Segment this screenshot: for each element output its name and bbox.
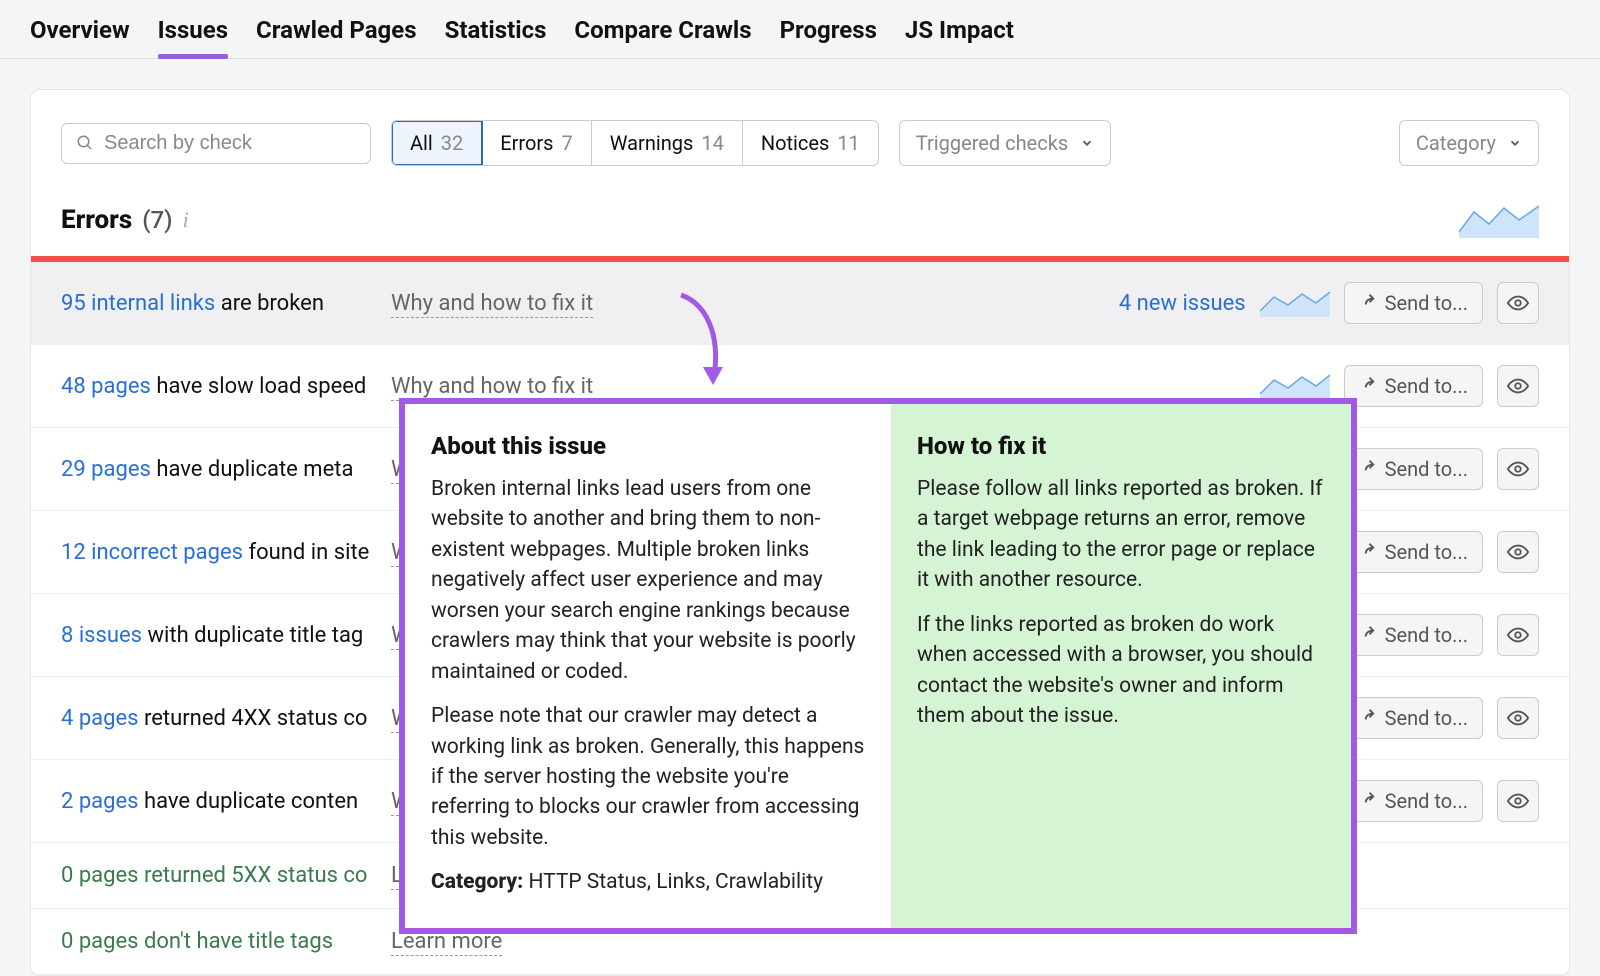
view-button[interactable]	[1497, 614, 1539, 656]
search-icon	[76, 134, 94, 152]
tab-js-impact[interactable]: JS Impact	[905, 16, 1014, 58]
filter-notices[interactable]: Notices 11	[743, 121, 878, 165]
about-panel: About this issue Broken internal links l…	[405, 404, 891, 928]
main-tabs: Overview Issues Crawled Pages Statistics Com…	[0, 0, 1600, 59]
view-button[interactable]	[1497, 531, 1539, 573]
send-to-button[interactable]: Send to...	[1344, 448, 1483, 490]
filter-warnings[interactable]: Warnings 14	[592, 121, 743, 165]
dropdown-label: Triggered checks	[916, 131, 1068, 155]
sparkline	[1459, 202, 1539, 238]
filter-all[interactable]: All 32	[392, 121, 482, 165]
fix-text: If the links reported as broken do work …	[917, 610, 1325, 732]
new-issues-link[interactable]: 4 new issues	[1086, 291, 1246, 316]
fix-text: Please follow all links reported as brok…	[917, 474, 1325, 596]
issue-row[interactable]: 95 internal links are brokenWhy and how …	[31, 262, 1569, 345]
info-icon[interactable]: i	[183, 207, 189, 233]
tab-crawled-pages[interactable]: Crawled Pages	[256, 16, 417, 58]
send-to-button[interactable]: Send to...	[1344, 365, 1483, 407]
row-sparkline	[1260, 289, 1330, 317]
view-button[interactable]	[1497, 282, 1539, 324]
why-fix-link[interactable]: Why and how to fix it	[391, 374, 593, 401]
about-text: Please note that our crawler may detect …	[431, 701, 865, 853]
section-title: Errors	[61, 205, 132, 235]
send-to-button[interactable]: Send to...	[1344, 282, 1483, 324]
filter-errors[interactable]: Errors 7	[482, 121, 591, 165]
send-to-button[interactable]: Send to...	[1344, 780, 1483, 822]
tab-statistics[interactable]: Statistics	[445, 16, 547, 58]
send-to-button[interactable]: Send to...	[1344, 531, 1483, 573]
toolbar: All 32Errors 7Warnings 14Notices 11 Trig…	[61, 120, 1539, 166]
section-header: Errors (7) i	[61, 202, 1539, 238]
dropdown-label: Category	[1416, 131, 1496, 155]
chevron-down-icon	[1080, 136, 1094, 150]
about-heading: About this issue	[431, 432, 865, 460]
tab-overview[interactable]: Overview	[30, 16, 130, 58]
view-button[interactable]	[1497, 697, 1539, 739]
why-fix-link[interactable]: Why and how to fix it	[391, 291, 593, 318]
category-dropdown[interactable]: Category	[1399, 120, 1539, 166]
row-sparkline	[1260, 372, 1330, 400]
fix-panel: How to fix it Please follow all links re…	[891, 404, 1351, 928]
chevron-down-icon	[1508, 136, 1522, 150]
tab-issues[interactable]: Issues	[158, 16, 228, 58]
issue-popover: About this issue Broken internal links l…	[399, 398, 1357, 934]
send-to-button[interactable]: Send to...	[1344, 697, 1483, 739]
section-count: (7)	[142, 206, 172, 234]
search-input[interactable]	[104, 132, 356, 155]
search-box[interactable]	[61, 123, 371, 164]
tab-progress[interactable]: Progress	[780, 16, 877, 58]
issues-panel: All 32Errors 7Warnings 14Notices 11 Trig…	[30, 89, 1570, 976]
tab-compare-crawls[interactable]: Compare Crawls	[574, 16, 751, 58]
view-button[interactable]	[1497, 780, 1539, 822]
category-line: Category: HTTP Status, Links, Crawlabili…	[431, 867, 865, 897]
fix-heading: How to fix it	[917, 432, 1325, 460]
view-button[interactable]	[1497, 448, 1539, 490]
send-to-button[interactable]: Send to...	[1344, 614, 1483, 656]
filter-segments: All 32Errors 7Warnings 14Notices 11	[391, 120, 879, 166]
about-text: Broken internal links lead users from on…	[431, 474, 865, 687]
triggered-checks-dropdown[interactable]: Triggered checks	[899, 120, 1111, 166]
view-button[interactable]	[1497, 365, 1539, 407]
